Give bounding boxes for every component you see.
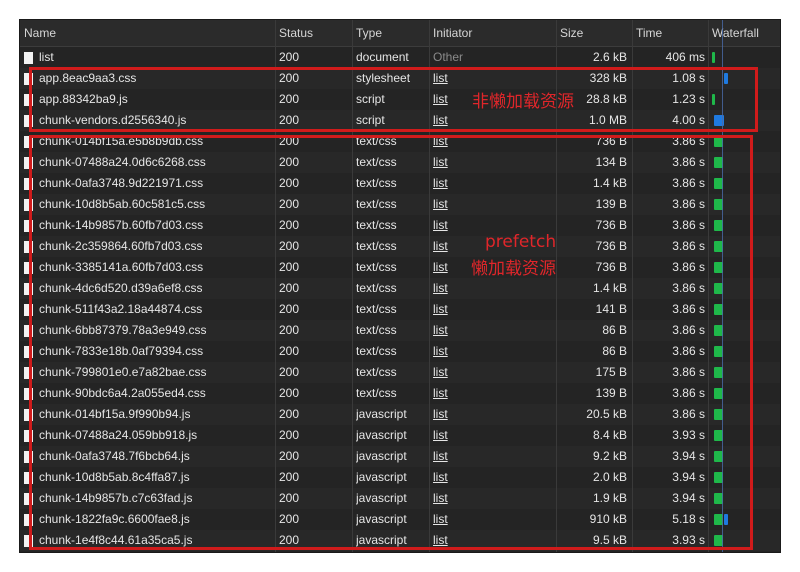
annotation-label-lazy: 懒加载资源 (471, 259, 556, 279)
file-icon (24, 51, 33, 64)
time-cell: 406 ms (665, 50, 705, 64)
network-panel: Name Status Type Initiator Size Time Wat… (20, 20, 780, 552)
column-header-type[interactable]: Type (352, 20, 429, 46)
annotation-box-prefetch (29, 135, 753, 550)
column-header-initiator[interactable]: Initiator (429, 20, 556, 46)
table-header: Name Status Type Initiator Size Time Wat… (20, 20, 780, 47)
waterfall-bar (712, 52, 715, 63)
status-cell: 200 (279, 50, 300, 64)
type-cell: document (356, 50, 409, 64)
request-name: list (39, 50, 54, 64)
column-header-name[interactable]: Name (20, 20, 275, 46)
annotation-label-non-lazy: 非懒加载资源 (472, 92, 574, 112)
column-header-waterfall[interactable]: Waterfall (708, 20, 780, 46)
column-header-status[interactable]: Status (275, 20, 352, 46)
annotation-label-prefetch: prefetch (485, 232, 557, 252)
annotation-box-non-lazy (29, 67, 758, 132)
initiator-cell: Other (433, 50, 464, 64)
column-header-size[interactable]: Size (556, 20, 632, 46)
size-cell: 2.6 kB (592, 50, 627, 64)
table-row[interactable]: list 200 document Other 2.6 kB 406 ms (20, 47, 780, 68)
column-header-time[interactable]: Time (632, 20, 708, 46)
request-name-cell[interactable]: list (24, 47, 269, 68)
